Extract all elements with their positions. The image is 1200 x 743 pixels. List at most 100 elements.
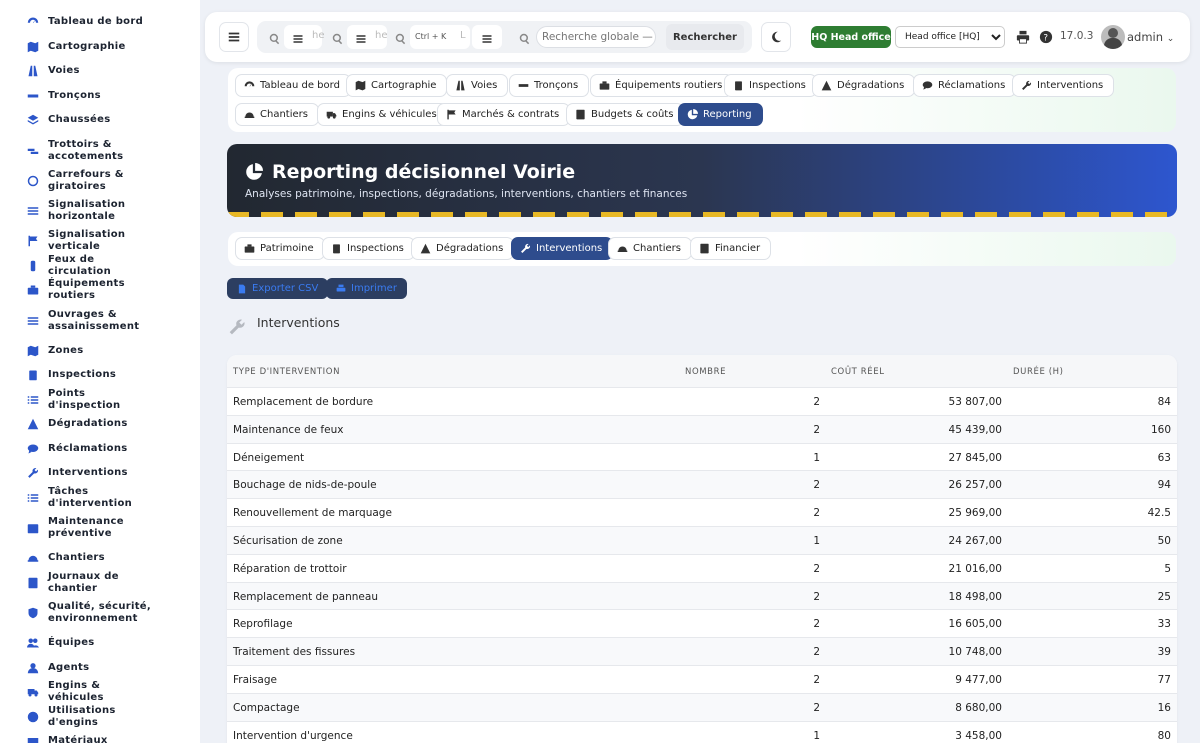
- nav-tab[interactable]: Reporting: [678, 103, 763, 126]
- table-row[interactable]: Bouchage de nids-de-poule 2 26 257,00 94: [227, 470, 1177, 499]
- hamburger-icon: [481, 30, 493, 49]
- report-subtab[interactable]: Patrimoine: [235, 237, 325, 260]
- nav-tab[interactable]: Tronçons: [509, 74, 590, 97]
- table-row[interactable]: Renouvellement de marquage 2 25 969,00 42.5: [227, 498, 1177, 526]
- column-header-cost[interactable]: COÛT RÉEL: [831, 367, 885, 377]
- nav-tab[interactable]: Budgets & coûts: [566, 103, 685, 126]
- sidebar-item[interactable]: Signalisation horizontale: [0, 193, 200, 229]
- nav-tab[interactable]: Chantiers: [235, 103, 319, 126]
- export-csv-button[interactable]: Exporter CSV: [227, 278, 329, 299]
- book-icon: [576, 109, 585, 120]
- report-subtab[interactable]: Inspections: [322, 237, 415, 260]
- column-header-duration[interactable]: DURÉE (H): [1013, 367, 1064, 377]
- cell-type: Réparation de trottoir: [233, 562, 347, 575]
- sidebar-item[interactable]: Qualité, sécurité, environnement: [0, 595, 200, 631]
- sidebar-item[interactable]: Zones: [0, 339, 200, 364]
- nav-tab[interactable]: Équipements routiers: [590, 74, 734, 97]
- table-row[interactable]: Remplacement de bordure 2 53 807,00 84: [227, 387, 1177, 415]
- table-row[interactable]: Maintenance de feux 2 45 439,00 160: [227, 414, 1177, 443]
- nav-tab[interactable]: Dégradations: [812, 74, 916, 97]
- help-icon[interactable]: ?: [1039, 29, 1053, 44]
- mini-search-menu[interactable]: [472, 25, 502, 49]
- pie-chart-icon: [245, 163, 263, 181]
- table-row[interactable]: Traitement des fissures 2 10 748,00 39: [227, 637, 1177, 666]
- nav-tab[interactable]: Marchés & contrats: [437, 103, 571, 126]
- cell-cost: 9 477,00: [955, 674, 1002, 686]
- clock-icon: [26, 710, 40, 724]
- column-header-count[interactable]: NOMBRE: [685, 367, 726, 377]
- sidebar-item[interactable]: Interventions: [0, 461, 200, 486]
- map-icon: [26, 40, 40, 54]
- report-subtab[interactable]: Dégradations: [411, 237, 515, 260]
- cell-duration: 25: [1157, 590, 1171, 603]
- print-icon[interactable]: [1016, 29, 1030, 44]
- sidebar-item[interactable]: Équipes: [0, 631, 200, 656]
- sidebar-item[interactable]: Ouvrages & assainissement: [0, 303, 200, 339]
- sidebar-item[interactable]: Matériaux: [0, 729, 200, 743]
- search-button[interactable]: Rechercher: [666, 24, 744, 50]
- nav-tab[interactable]: Réclamations: [913, 74, 1017, 97]
- table-row[interactable]: Déneigement 1 27 845,00 63: [227, 442, 1177, 471]
- global-search-input[interactable]: [536, 26, 656, 48]
- user-menu[interactable]: admin ⌄: [1127, 30, 1174, 44]
- sidebar-item[interactable]: Journaux de chantier: [0, 571, 200, 596]
- sidebar-item[interactable]: Dégradations: [0, 412, 200, 437]
- table-row[interactable]: Intervention d'urgence 1 3 458,00 80: [227, 720, 1177, 743]
- sidebar-item[interactable]: Maintenance préventive: [0, 510, 200, 546]
- theme-toggle-button[interactable]: [761, 22, 791, 52]
- sidebar-item[interactable]: Carrefours & giratoires: [0, 169, 200, 194]
- module-nav: Tableau de bord Cartographie Voies Tronçons…: [228, 68, 1176, 132]
- sidebar-item-label: Agents: [48, 661, 90, 673]
- table-row[interactable]: Réparation de trottoir 2 21 016,00 5: [227, 553, 1177, 582]
- sidebar-item[interactable]: Signalisation verticale: [0, 229, 200, 254]
- mini-search-field-3[interactable]: Ctrl + K L: [410, 25, 470, 49]
- mini-search-field-2[interactable]: he: [347, 25, 388, 49]
- print-button[interactable]: Imprimer: [326, 278, 407, 299]
- table-row[interactable]: Compactage 2 8 680,00 16: [227, 692, 1177, 721]
- sidebar-item[interactable]: Agents: [0, 656, 200, 681]
- menu-toggle-button[interactable]: [219, 22, 249, 52]
- sidebar-item[interactable]: Cartographie: [0, 35, 200, 60]
- column-header-type[interactable]: TYPE D'INTERVENTION: [233, 367, 340, 377]
- company-badge[interactable]: HQ Head office: [811, 26, 891, 48]
- sidebar-item[interactable]: Réclamations: [0, 437, 200, 462]
- company-select[interactable]: Head office [HQ]: [895, 26, 1005, 48]
- sidebar-item[interactable]: Inspections: [0, 363, 200, 388]
- mini-search-field-1[interactable]: he: [284, 25, 325, 49]
- warning-icon: [821, 80, 832, 91]
- nav-tab[interactable]: Engins & véhicules: [317, 103, 448, 126]
- nav-tab[interactable]: Tableau de bord: [235, 74, 351, 97]
- cell-count: 2: [813, 562, 820, 575]
- road-icon: [26, 64, 40, 78]
- report-subtab[interactable]: Financier: [690, 237, 772, 260]
- cell-cost: 8 680,00: [955, 701, 1002, 714]
- cell-duration: 16: [1157, 701, 1171, 714]
- table-row[interactable]: Remplacement de panneau 2 18 498,00 25: [227, 581, 1177, 610]
- truck-icon: [326, 111, 337, 119]
- sidebar-item[interactable]: Points d'inspection: [0, 388, 200, 413]
- sidebar-item[interactable]: Équipements routiers: [0, 278, 200, 303]
- cell-count: 2: [813, 674, 820, 686]
- sidebar-item[interactable]: Trottoirs & accotements: [0, 133, 200, 169]
- sidebar-item[interactable]: Engins & véhicules: [0, 680, 200, 705]
- cell-duration: 39: [1157, 646, 1171, 659]
- sidebar-item[interactable]: Tâches d'intervention: [0, 486, 200, 511]
- table-row[interactable]: Reprofilage 2 16 605,00 33: [227, 609, 1177, 637]
- sidebar-item[interactable]: Tronçons: [0, 84, 200, 109]
- table-row[interactable]: Sécurisation de zone 1 24 267,00 50: [227, 526, 1177, 554]
- sidebar-item[interactable]: Tableau de bord: [0, 10, 200, 35]
- nav-tab[interactable]: Cartographie: [346, 74, 448, 97]
- cell-cost: 25 969,00: [948, 507, 1002, 520]
- report-subtab[interactable]: Interventions: [511, 237, 614, 260]
- nav-tab[interactable]: Interventions: [1012, 74, 1115, 97]
- sidebar-item[interactable]: Chantiers: [0, 546, 200, 571]
- sidebar-item[interactable]: Feux de circulation: [0, 254, 200, 279]
- sidebar-item[interactable]: Utilisations d'engins: [0, 705, 200, 730]
- nav-tab[interactable]: Voies: [446, 74, 509, 97]
- table-row[interactable]: Fraisage 2 9 477,00 77: [227, 665, 1177, 693]
- avatar[interactable]: [1101, 25, 1125, 49]
- report-subtab[interactable]: Chantiers: [608, 237, 692, 260]
- sidebar-item[interactable]: Chaussées: [0, 108, 200, 133]
- nav-tab[interactable]: Inspections: [724, 74, 817, 97]
- sidebar-item[interactable]: Voies: [0, 59, 200, 84]
